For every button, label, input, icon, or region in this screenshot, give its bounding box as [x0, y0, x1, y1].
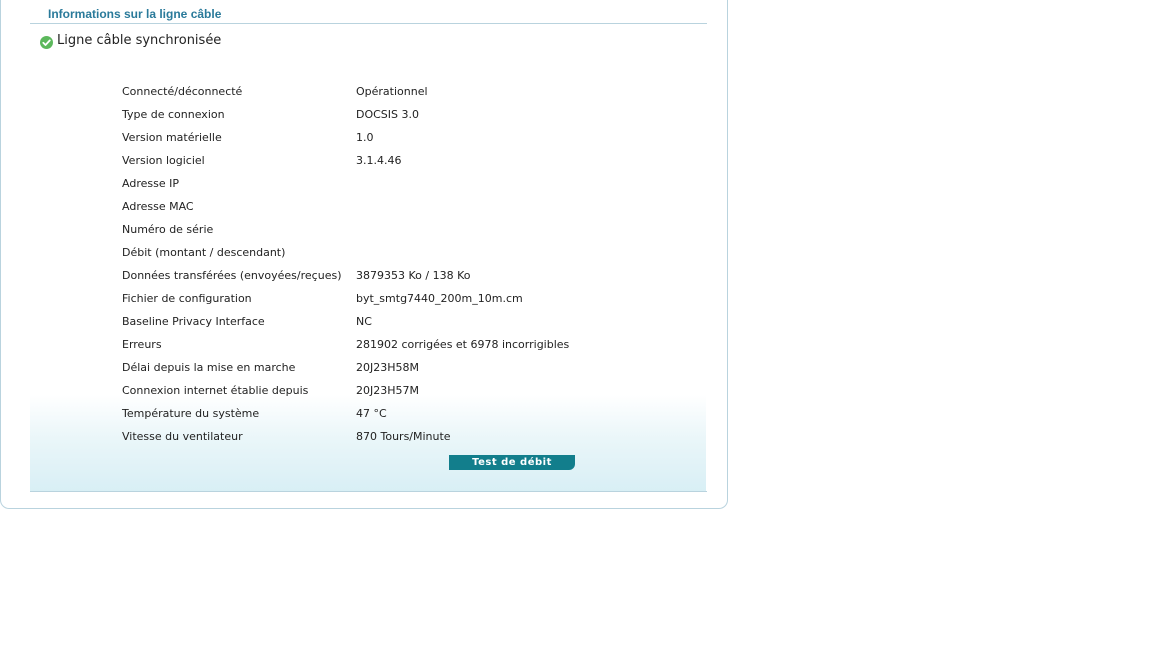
row-label: Délai depuis la mise en marche [122, 361, 296, 374]
sync-status-text: Ligne câble synchronisée [57, 32, 222, 48]
row-label: Baseline Privacy Interface [122, 315, 265, 328]
table-row: Données transférées (envoyées/reçues) 387… [122, 264, 656, 287]
row-label: Connecté/déconnecté [122, 85, 243, 98]
row-value: 20J23H57M [356, 384, 419, 397]
row-value [356, 195, 656, 218]
table-row: Erreurs 281902 corrigées et 6978 incorrig… [122, 333, 656, 356]
row-label: Version logiciel [122, 154, 205, 167]
row-label: Vitesse du ventilateur [122, 430, 243, 443]
row-label: Erreurs [122, 338, 162, 351]
section-title: Informations sur la ligne câble [48, 7, 222, 21]
row-value [356, 241, 656, 264]
row-label: Données transférées (envoyées/reçues) [122, 269, 342, 282]
row-value: 281902 corrigées et 6978 incorrigibles [356, 338, 570, 351]
row-label: Numéro de série [122, 223, 214, 236]
bottom-divider [30, 491, 707, 492]
row-label: Débit (montant / descendant) [122, 246, 286, 259]
table-row: Fichier de configuration byt_smtg7440_200… [122, 287, 656, 310]
row-value: 3.1.4.46 [356, 154, 402, 167]
table-row: Connexion internet établie depuis 20J23H5… [122, 379, 656, 402]
table-row: Débit (montant / descendant) [122, 241, 656, 264]
row-label: Adresse MAC [122, 200, 194, 213]
table-row: Vitesse du ventilateur 870 Tours/Minute [122, 425, 656, 448]
table-row: Type de connexion DOCSIS 3.0 [122, 103, 656, 126]
row-value: NC [356, 315, 372, 328]
sync-status: Ligne câble synchronisée [40, 32, 222, 49]
row-value [356, 218, 656, 241]
row-label: Température du système [122, 407, 260, 420]
table-row: Adresse IP [122, 172, 656, 195]
table-row: Température du système 47 °C [122, 402, 656, 425]
row-label: Type de connexion [122, 108, 225, 121]
cable-info-table: Connecté/déconnecté Opérationnel Type de c… [122, 80, 656, 448]
title-divider [30, 23, 707, 24]
row-value [356, 172, 656, 195]
row-label: Adresse IP [122, 177, 179, 190]
table-row: Adresse MAC [122, 195, 656, 218]
check-circle-icon [40, 34, 53, 49]
row-value: 870 Tours/Minute [356, 430, 451, 443]
row-value: 3879353 Ko / 138 Ko [356, 269, 471, 282]
row-value: 20J23H58M [356, 361, 419, 374]
row-label: Fichier de configuration [122, 292, 252, 305]
table-row: Version logiciel 3.1.4.46 [122, 149, 656, 172]
cable-line-panel: Informations sur la ligne câble Ligne câ… [0, 0, 728, 509]
row-label: Version matérielle [122, 131, 222, 144]
row-value: Opérationnel [356, 85, 428, 98]
row-value: byt_smtg7440_200m_10m.cm [356, 292, 523, 305]
row-value: DOCSIS 3.0 [356, 108, 420, 121]
row-label: Connexion internet établie depuis [122, 384, 309, 397]
table-row: Numéro de série [122, 218, 656, 241]
table-row: Délai depuis la mise en marche 20J23H58M [122, 356, 656, 379]
table-row: Connecté/déconnecté Opérationnel [122, 80, 656, 103]
row-value: 1.0 [356, 131, 374, 144]
row-value: 47 °C [356, 407, 387, 420]
table-row: Baseline Privacy Interface NC [122, 310, 656, 333]
table-row: Version matérielle 1.0 [122, 126, 656, 149]
speed-test-button[interactable]: Test de débit [449, 455, 575, 470]
